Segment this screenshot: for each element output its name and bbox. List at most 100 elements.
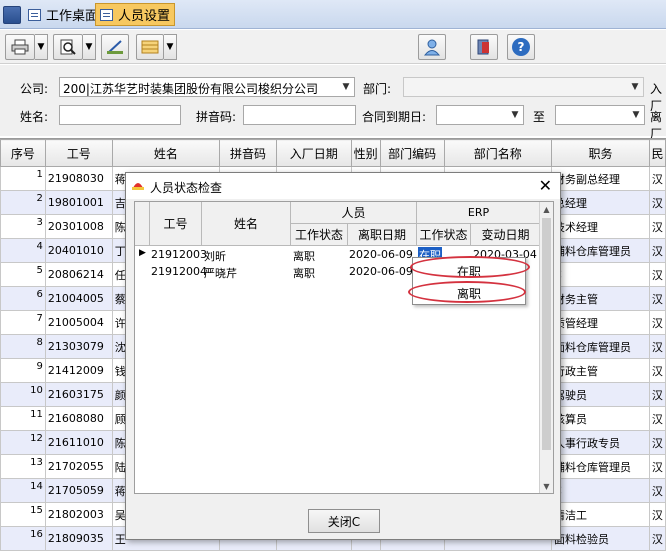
col-name[interactable]: 姓名: [111, 139, 221, 167]
row-employee-id[interactable]: 21908030: [44, 166, 113, 191]
print-button[interactable]: [5, 34, 35, 60]
row-nation[interactable]: 汉: [648, 358, 666, 383]
row-title[interactable]: 行政主管: [551, 358, 650, 383]
close-button[interactable]: 关闭C: [308, 509, 380, 533]
scroll-down-icon[interactable]: ▼: [540, 479, 553, 493]
department-select[interactable]: ▼: [403, 77, 644, 97]
row-nation[interactable]: 汉: [648, 334, 666, 359]
help-button[interactable]: ?: [507, 34, 535, 60]
col-entry-date[interactable]: 入厂日期: [275, 139, 352, 167]
row-seq[interactable]: 14: [0, 478, 46, 503]
export-button[interactable]: [136, 34, 164, 60]
col-seq[interactable]: 序号: [0, 139, 46, 167]
row-employee-id[interactable]: 21611010: [44, 430, 113, 455]
row-nation[interactable]: 汉: [648, 478, 666, 503]
col-employee-id[interactable]: 工号: [150, 202, 202, 246]
edit-button[interactable]: [101, 34, 129, 60]
col-dept-name[interactable]: 部门名称: [443, 139, 553, 167]
row-title[interactable]: 驾驶员: [551, 382, 650, 407]
row-employee-id[interactable]: 21412009: [44, 358, 113, 383]
col-pinyin[interactable]: 拼音码: [219, 139, 277, 167]
row-title[interactable]: 辅料仓库管理员: [551, 454, 650, 479]
col-work-status[interactable]: 工作状态: [291, 224, 348, 246]
row-title[interactable]: C: [551, 262, 650, 287]
scroll-up-icon[interactable]: ▲: [540, 202, 553, 216]
row-seq[interactable]: 6: [0, 286, 46, 311]
row-nation[interactable]: 汉: [648, 190, 666, 215]
close-icon[interactable]: ✕: [539, 176, 552, 195]
col-erp-status[interactable]: 工作状态: [417, 224, 471, 246]
row-title[interactable]: 辅料仓库管理员: [551, 238, 650, 263]
user-button[interactable]: [418, 34, 446, 60]
row-employee-id[interactable]: 20806214: [44, 262, 113, 287]
row-employee-id[interactable]: 21005004: [44, 310, 113, 335]
col-nation[interactable]: 民: [648, 139, 666, 167]
dialog-titlebar[interactable]: 人员状态检查 ✕: [126, 173, 560, 199]
row-nation[interactable]: 汉: [648, 454, 666, 479]
contract-to-picker[interactable]: ▼: [555, 105, 645, 125]
row-employee-id[interactable]: 21004005: [44, 286, 113, 311]
print-dropdown-arrow[interactable]: ▼: [35, 34, 48, 60]
row-employee-id[interactable]: 20401010: [44, 238, 113, 263]
row-seq[interactable]: 5: [0, 262, 46, 287]
tab-work-desktop[interactable]: 工作桌面: [24, 3, 102, 26]
row-employee-id[interactable]: 21705059: [44, 478, 113, 503]
row-nation[interactable]: 汉: [648, 382, 666, 407]
row-title[interactable]: 技术经理: [551, 214, 650, 239]
row-employee-id[interactable]: 21802003: [44, 502, 113, 527]
row-seq[interactable]: 15: [0, 502, 46, 527]
row-nation[interactable]: 汉: [648, 214, 666, 239]
col-gender[interactable]: 性别: [350, 139, 381, 167]
row-employee-id[interactable]: 19801001: [44, 190, 113, 215]
row-employee-id[interactable]: 21702055: [44, 454, 113, 479]
row-seq[interactable]: 7: [0, 310, 46, 335]
name-input[interactable]: [59, 105, 181, 125]
row-nation[interactable]: 汉: [648, 166, 666, 191]
row-nation[interactable]: 汉: [648, 526, 666, 551]
app-icon[interactable]: [3, 6, 21, 24]
row-title[interactable]: 面料仓库管理员: [551, 334, 650, 359]
col-change-date[interactable]: 变动日期: [471, 224, 541, 246]
row-employee-id[interactable]: 21303079: [44, 334, 113, 359]
vertical-scrollbar[interactable]: ▲ ▼: [539, 202, 553, 493]
row-employee-id[interactable]: 21608080: [44, 406, 113, 431]
preview-dropdown-arrow[interactable]: ▼: [83, 34, 96, 60]
row-nation[interactable]: 汉: [648, 262, 666, 287]
row-nation[interactable]: 汉: [648, 310, 666, 335]
col-title[interactable]: 职务: [551, 139, 650, 167]
row-title[interactable]: 核算员: [551, 406, 650, 431]
pinyin-input[interactable]: [243, 105, 356, 125]
row-seq[interactable]: 2: [0, 190, 46, 215]
col-leave-date[interactable]: 离职日期: [348, 224, 417, 246]
option-resigned[interactable]: 离职: [413, 282, 525, 304]
row-seq[interactable]: 12: [0, 430, 46, 455]
row-employee-id[interactable]: 20301008: [44, 214, 113, 239]
company-select[interactable]: 200|江苏华艺时装集团股份有限公司梭织分公司 ▼: [59, 77, 355, 97]
row-employee-id[interactable]: 21603175: [44, 382, 113, 407]
row-seq[interactable]: 3: [0, 214, 46, 239]
row-seq[interactable]: 1: [0, 166, 46, 191]
row-title[interactable]: 人事行政专员: [551, 430, 650, 455]
preview-button[interactable]: [53, 34, 83, 60]
row-seq[interactable]: 13: [0, 454, 46, 479]
option-employed[interactable]: 在职: [413, 260, 525, 282]
row-title[interactable]: 质管经理: [551, 310, 650, 335]
contract-from-picker[interactable]: ▼: [436, 105, 524, 125]
row-nation[interactable]: 汉: [648, 406, 666, 431]
exit-button[interactable]: [470, 34, 498, 60]
row-title[interactable]: 清洁工: [551, 502, 650, 527]
row-seq[interactable]: 11: [0, 406, 46, 431]
row-seq[interactable]: 16: [0, 526, 46, 551]
tab-personnel-settings[interactable]: 人员设置: [95, 3, 176, 26]
row-seq[interactable]: 9: [0, 358, 46, 383]
col-employee-id[interactable]: 工号: [44, 139, 113, 167]
row-title[interactable]: C: [551, 478, 650, 503]
row-seq[interactable]: 8: [0, 334, 46, 359]
row-nation[interactable]: 汉: [648, 502, 666, 527]
scroll-thumb[interactable]: [542, 218, 551, 450]
row-title[interactable]: 财务副总经理: [551, 166, 650, 191]
row-employee-id[interactable]: 21809035: [44, 526, 113, 551]
row-seq[interactable]: 10: [0, 382, 46, 407]
col-name[interactable]: 姓名: [202, 202, 291, 246]
export-dropdown-arrow[interactable]: ▼: [164, 34, 177, 60]
